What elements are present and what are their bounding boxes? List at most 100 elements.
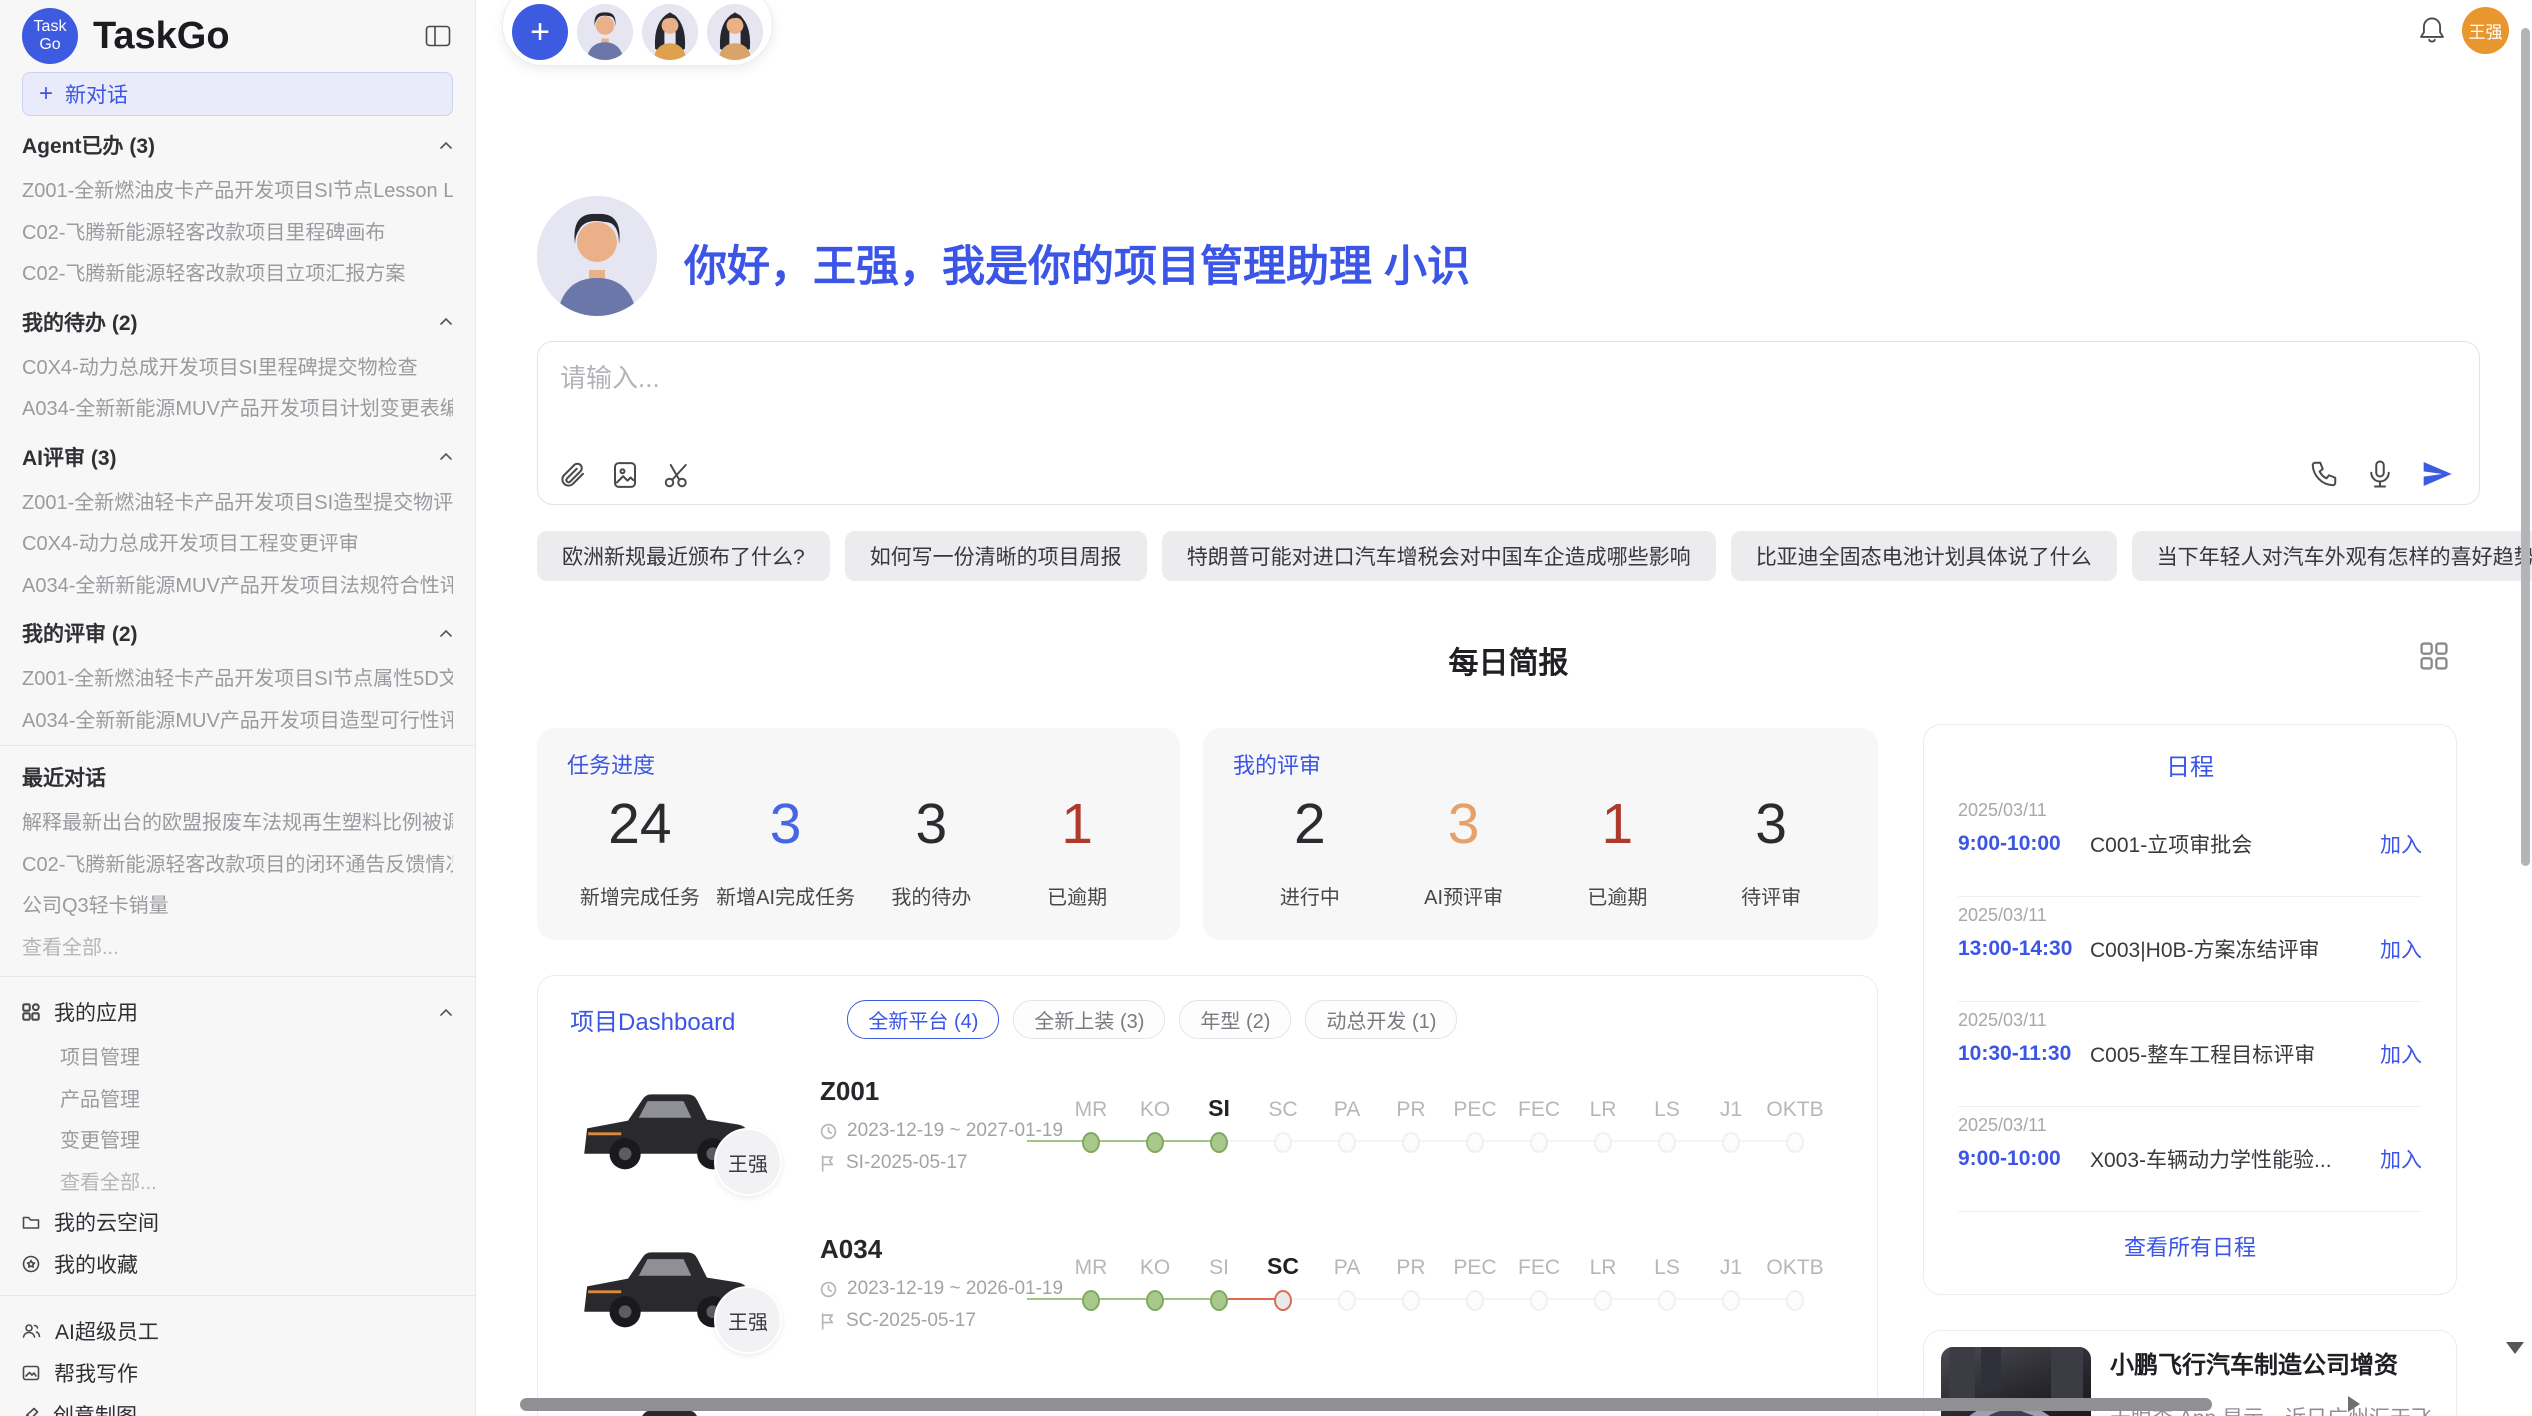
phone-call-icon[interactable] — [2309, 459, 2339, 489]
sidebar-collapse-button[interactable] — [423, 21, 453, 51]
milestone-dot-done — [1146, 1132, 1164, 1153]
horizontal-scrollbar-thumb[interactable] — [520, 1398, 2212, 1411]
tab-new-platform[interactable]: 全新平台 (4) — [847, 1000, 999, 1039]
view-all-chats-link[interactable]: 查看全部... — [22, 925, 453, 967]
list-item[interactable]: A034-全新新能源MUV产品开发项目计划变更表编写 — [22, 386, 453, 428]
sidebar-item-favorites[interactable]: 我的收藏 — [22, 1243, 453, 1285]
image-upload-icon[interactable] — [610, 460, 640, 490]
milestone-dot-overdue — [1274, 1290, 1292, 1311]
section-header-my-todo[interactable]: 我的待办 (2) — [22, 299, 453, 345]
suggestion-chip[interactable]: 特朗普可能对进口汽车增税会对中国车企造成哪些影响 — [1162, 531, 1716, 581]
tab-new-body[interactable]: 全新上装 (3) — [1013, 1000, 1165, 1039]
milestone-dot — [1786, 1290, 1804, 1311]
sidebar-item-ai-super-staff[interactable]: AI超级员工 — [22, 1310, 453, 1352]
stat-new-done-tasks: 24 新增完成任务 — [567, 796, 713, 910]
divider — [0, 745, 475, 746]
project-flag-milestone: SC-2025-05-17 — [820, 1310, 976, 1332]
chevron-up-icon — [439, 452, 453, 461]
recent-chat-item[interactable]: 解释最新出台的欧盟报废车法规再生塑料比例被调至15%... — [22, 800, 453, 842]
app-logo: Task Go — [22, 8, 78, 64]
schedule-event: 2025/03/11 9:00-10:00 X003-车辆动力学性能验... 加… — [1958, 1107, 2422, 1191]
user-avatar[interactable]: 王强 — [2462, 7, 2509, 54]
app-link-change-mgmt[interactable]: 变更管理 — [22, 1118, 453, 1160]
join-link[interactable]: 加入 — [2380, 1144, 2422, 1174]
section-header-my-apps[interactable]: 我的应用 — [22, 989, 453, 1035]
plus-icon: + — [39, 82, 53, 106]
person-avatar-icon — [642, 4, 698, 60]
card-title: 任务进度 — [567, 748, 1150, 780]
avatar[interactable] — [577, 4, 633, 60]
person-avatar-icon — [707, 4, 763, 60]
layout-grid-icon[interactable] — [2420, 642, 2448, 670]
list-item[interactable]: A034-全新新能源MUV产品开发项目造型可行性评审 — [22, 698, 453, 740]
view-all-schedule-link[interactable]: 查看所有日程 — [1958, 1230, 2422, 1262]
notification-bell-button[interactable] — [2418, 15, 2446, 45]
stat-ai-pre-review: 3 AI预评审 — [1387, 796, 1541, 910]
scroll-down-arrow[interactable] — [2506, 1342, 2524, 1354]
list-item[interactable]: C0X4-动力总成开发项目工程变更评审 — [22, 521, 453, 563]
sidebar-item-cloud-space[interactable]: 我的云空间 — [22, 1201, 453, 1243]
clock-icon — [820, 1281, 837, 1298]
sidebar-header: Task Go TaskGo — [22, 0, 453, 72]
chevron-up-icon — [439, 141, 453, 150]
sidebar-item-help-me-write[interactable]: 帮我写作 — [22, 1352, 453, 1394]
session-switcher: + — [502, 0, 773, 66]
app-link-product-mgmt[interactable]: 产品管理 — [22, 1077, 453, 1119]
project-row[interactable]: 王强 Z001 2023-12-19 ~ 2027-01-19 SI-2025-… — [538, 1064, 1878, 1222]
new-chat-button[interactable]: + 新对话 — [22, 72, 453, 116]
list-item[interactable]: A034-全新新能源MUV产品开发项目法规符合性评审 — [22, 563, 453, 605]
list-item[interactable]: Z001-全新燃油轻卡产品开发项目SI节点属性5D文件评审 — [22, 656, 453, 698]
view-all-apps-link[interactable]: 查看全部... — [22, 1160, 453, 1202]
milestone-dot — [1530, 1132, 1548, 1153]
schedule-event: 2025/03/11 10:30-11:30 C005-整车工程目标评审 加入 — [1958, 1002, 2422, 1086]
my-review-card: 我的评审 2 进行中 3 AI预评审 1 已逾期 3 待评审 — [1203, 728, 1878, 940]
milestone-dot-current — [1210, 1132, 1228, 1153]
milestone-dot — [1722, 1132, 1740, 1153]
vertical-scrollbar-thumb[interactable] — [2521, 28, 2530, 866]
avatar[interactable] — [642, 4, 698, 60]
section-header-agent-done[interactable]: Agent已办 (3) — [22, 122, 453, 168]
app-link-project-mgmt[interactable]: 项目管理 — [22, 1035, 453, 1077]
microphone-icon[interactable] — [2365, 459, 2395, 489]
section-header-ai-review[interactable]: AI评审 (3) — [22, 434, 453, 480]
send-icon[interactable] — [2421, 458, 2453, 490]
suggestion-chip[interactable]: 当下年轻人对汽车外观有怎样的喜好趋势 — [2132, 531, 2532, 581]
join-link[interactable]: 加入 — [2380, 934, 2422, 964]
chat-input[interactable] — [558, 356, 2442, 440]
suggestion-chips: 欧洲新规最近颁布了什么? 如何写一份清晰的项目周报 特朗普可能对进口汽车增税会对… — [537, 531, 2480, 581]
join-link[interactable]: 加入 — [2380, 829, 2422, 859]
suggestion-chip[interactable]: 比亚迪全固态电池计划具体说了什么 — [1731, 531, 2117, 581]
sidebar-item-creative-drawing[interactable]: 创意制图 — [22, 1394, 453, 1416]
list-item[interactable]: C0X4-动力总成开发项目SI里程碑提交物检查 — [22, 345, 453, 387]
scroll-right-arrow[interactable] — [2348, 1396, 2360, 1412]
composer-right-tools — [2309, 458, 2453, 490]
logo-text-bottom: Go — [39, 36, 60, 54]
project-row[interactable]: 王强 A034 2023-12-19 ~ 2026-01-19 SC-2025-… — [538, 1222, 1878, 1380]
panel-collapse-icon — [425, 25, 451, 47]
section-header-my-review[interactable]: 我的评审 (2) — [22, 610, 453, 656]
milestone-dot — [1658, 1132, 1676, 1153]
owner-badge: 王强 — [714, 1128, 782, 1196]
add-session-button[interactable]: + — [512, 4, 568, 60]
recent-chat-item[interactable]: 公司Q3轻卡销量 — [22, 883, 453, 925]
milestone-dot — [1274, 1132, 1292, 1153]
recent-chat-item[interactable]: C02-飞腾新能源轻客改款项目的闭环通告反馈情况 — [22, 842, 453, 884]
list-item[interactable]: C02-飞腾新能源轻客改款项目立项汇报方案 — [22, 251, 453, 293]
milestone-dot-done — [1082, 1290, 1100, 1311]
greeting-title: 你好，王强，我是你的项目管理助理 小识 — [684, 232, 1470, 294]
avatar[interactable] — [707, 4, 763, 60]
tab-powertrain[interactable]: 动总开发 (1) — [1305, 1000, 1457, 1039]
list-item[interactable]: Z001-全新燃油皮卡产品开发项目SI节点Lesson Learn报告 — [22, 168, 453, 210]
composer-left-tools — [558, 460, 692, 490]
list-item[interactable]: C02-飞腾新能源轻客改款项目里程碑画布 — [22, 210, 453, 252]
tab-model-year[interactable]: 年型 (2) — [1179, 1000, 1291, 1039]
list-item[interactable]: Z001-全新燃油轻卡产品开发项目SI造型提交物评审 — [22, 480, 453, 522]
assistant-avatar — [537, 196, 657, 316]
suggestion-chip[interactable]: 如何写一份清晰的项目周报 — [845, 531, 1147, 581]
clock-icon — [820, 1123, 837, 1140]
logo-text-top: Task — [34, 18, 67, 36]
join-link[interactable]: 加入 — [2380, 1039, 2422, 1069]
attachment-icon[interactable] — [558, 460, 588, 490]
screenshot-scissors-icon[interactable] — [662, 460, 692, 490]
suggestion-chip[interactable]: 欧洲新规最近颁布了什么? — [537, 531, 830, 581]
